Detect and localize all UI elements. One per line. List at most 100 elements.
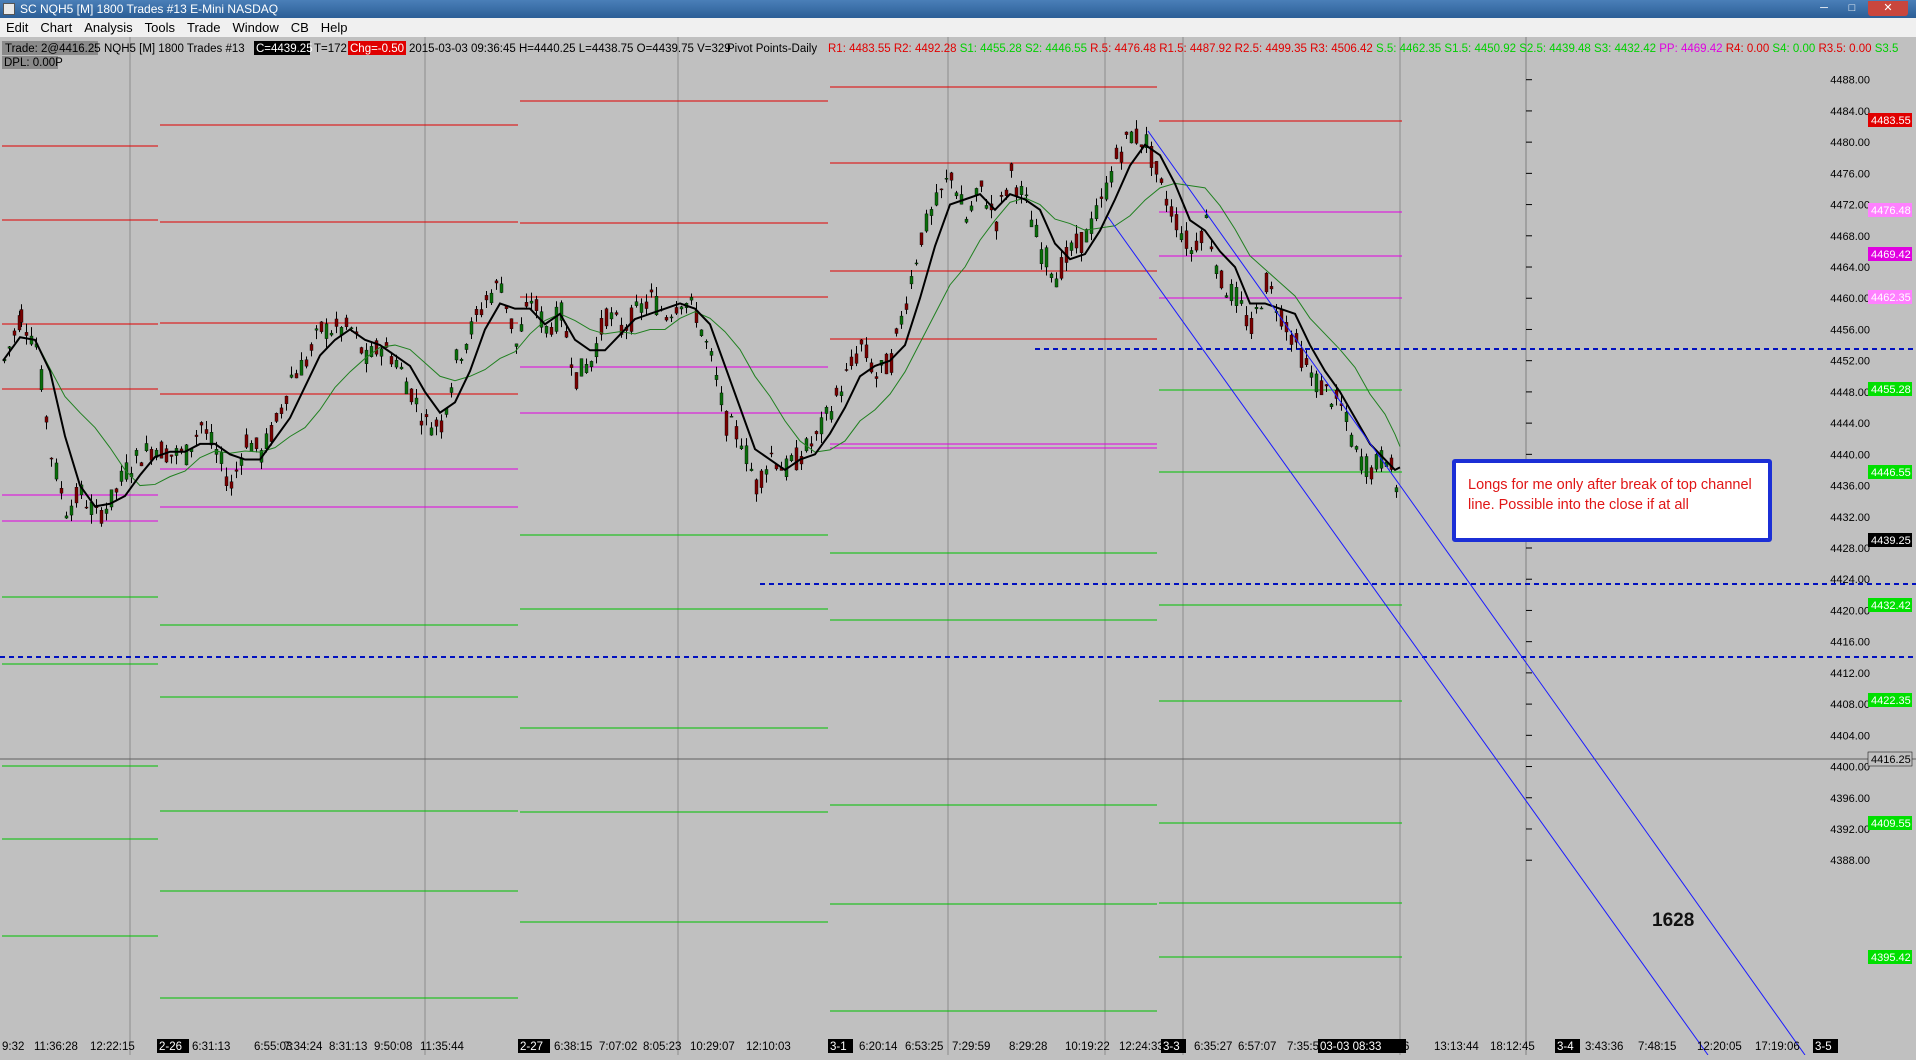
candle-body [294,373,299,379]
candle-body [1259,307,1264,310]
candle-body [1244,315,1249,327]
price-tag-label: 4432.42 [1871,600,1911,612]
candle-body [1239,300,1244,304]
time-axis-label: 5:06 [1387,1041,1409,1053]
minimize-button[interactable]: ─ [1812,1,1836,16]
candle-body [59,487,64,494]
candle-body [549,327,554,335]
candle-body [1354,446,1359,450]
candle-body [184,444,189,466]
maximize-button[interactable]: □ [1840,1,1864,16]
candle-body [514,343,519,347]
menu-window[interactable]: Window [226,18,284,37]
candle-body [939,188,944,191]
candle-body [279,407,284,414]
time-axis-label: 6:53:25 [905,1041,943,1053]
candle-body [829,411,834,420]
price-axis-label: 4464.00 [1830,262,1870,274]
candle-body [1104,182,1109,200]
time-axis-label: 10:19:22 [1065,1041,1110,1053]
candle-body [849,356,854,366]
candle-body [429,427,434,436]
candle-body [1209,246,1214,250]
price-tag-label: 4439.25 [1871,535,1911,547]
candle-body [1199,230,1204,244]
price-tag-label: 4409.55 [1871,818,1911,830]
menu-chart[interactable]: Chart [34,18,78,37]
price-tag-label: 4455.28 [1871,384,1911,396]
candle-body [304,359,309,367]
candle-body [274,413,279,422]
price-axis-label: 4388.00 [1830,855,1870,867]
menu-cb[interactable]: CB [285,18,315,37]
candle-body [719,392,724,406]
candle-body [1094,205,1099,219]
candle-body [264,433,269,449]
candle-body [1029,219,1034,228]
menu-analysis[interactable]: Analysis [78,18,138,37]
time-axis-label: 2-27 [520,1041,543,1053]
price-axis-label: 4436.00 [1830,481,1870,493]
candle-body [299,359,304,376]
chart-area[interactable]: Trade: 2@4416.25 NQH5 [M] 1800 Trades #1… [0,37,1916,1056]
candle-body [169,454,174,457]
candle-body [544,326,549,334]
candle-body [949,172,954,181]
menu-trade[interactable]: Trade [181,18,226,37]
candle-body [824,406,829,414]
candle-body [524,302,529,307]
candle-body [609,312,614,320]
candle-body [1124,131,1129,135]
time-axis-label: 8:31:13 [329,1041,367,1053]
menu-tools[interactable]: Tools [139,18,181,37]
price-axis-label: 4412.00 [1830,668,1870,680]
candle-body [1079,232,1084,253]
menu-help[interactable]: Help [315,18,354,37]
candle-body [574,372,579,389]
price-axis-label: 4408.00 [1830,699,1870,711]
candle-body [924,213,929,232]
candle-body [929,209,934,216]
candle-body [499,283,504,293]
candle-body [839,391,844,396]
candle-body [369,346,374,357]
candle-body [964,218,969,223]
candle-body [1249,318,1254,334]
candle-body [579,358,584,377]
price-axis-label: 4452.00 [1830,356,1870,368]
candle-body [944,178,949,180]
candle-body [24,332,29,336]
candle-body [229,481,234,489]
candle-body [584,364,589,373]
candle-body [689,297,694,301]
candle-body [1014,187,1019,196]
candle-body [789,455,794,462]
time-axis-label: 03-03 08:33 [1320,1041,1381,1053]
candle-body [709,351,714,356]
candle-body [1189,250,1194,255]
candle-body [1369,467,1374,480]
time-axis-label: 9:50:08 [374,1041,412,1053]
candle-body [1329,403,1334,407]
candle-body [219,452,224,464]
close-button[interactable]: ✕ [1868,1,1908,16]
time-axis-label: 8:05:23 [643,1041,681,1053]
price-axis-label: 4440.00 [1830,449,1870,461]
time-axis-label: 12:20:05 [1697,1041,1742,1053]
price-chart[interactable]: Trade: 2@4416.25 NQH5 [M] 1800 Trades #1… [0,37,1916,1056]
time-axis-label: 18:12:45 [1490,1041,1535,1053]
candle-body [679,306,684,310]
candle-body [809,443,814,447]
candle-body [179,448,184,452]
candle-body [934,192,939,206]
time-axis-label: 2-26 [159,1041,182,1053]
menu-edit[interactable]: Edit [0,18,34,37]
candle-body [1374,454,1379,470]
candle-body [134,450,139,456]
candle-body [139,462,144,467]
candle-body [644,301,649,309]
candle-body [84,506,89,509]
candle-body [764,469,769,475]
candle-body [419,420,424,426]
window-title: SC NQH5 [M] 1800 Trades #13 E-Mini NASDA… [20,2,279,16]
